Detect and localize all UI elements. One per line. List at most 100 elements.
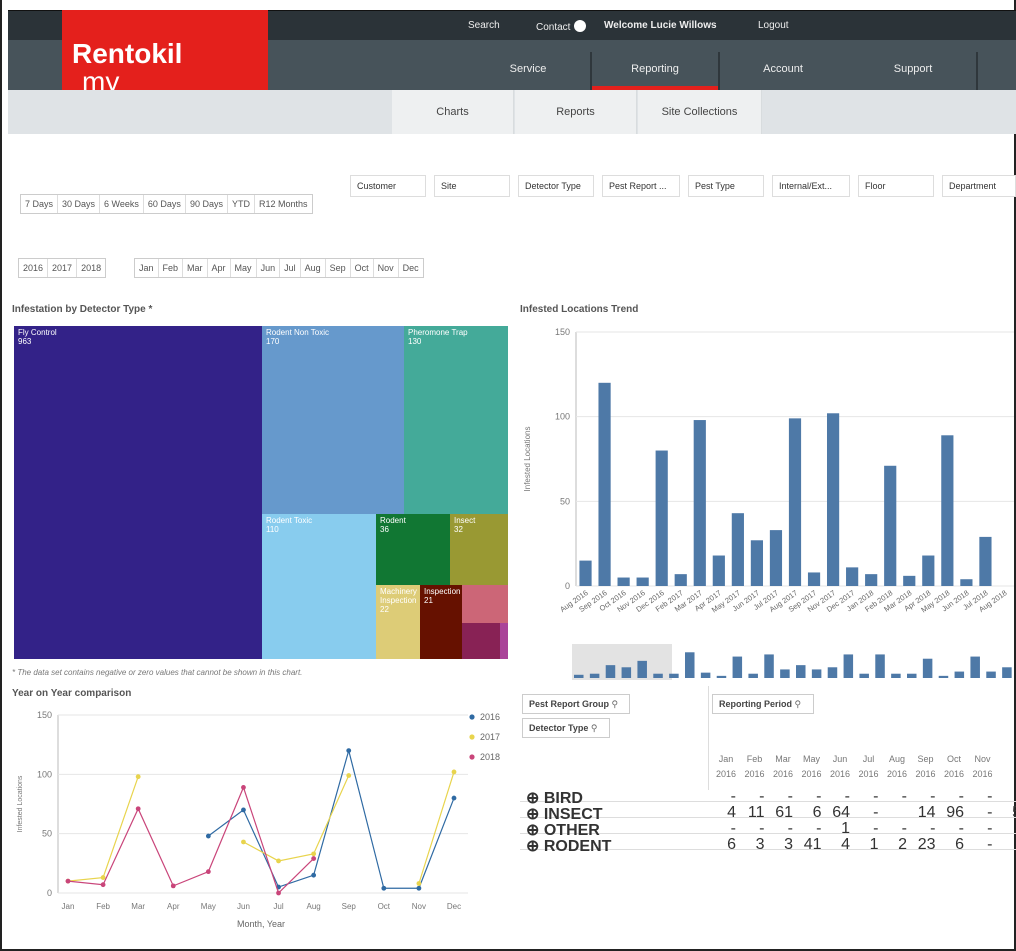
bar: [750, 540, 764, 586]
month-button[interactable]: Dec: [399, 259, 423, 277]
treemap-cell[interactable]: Inspection 21: [420, 585, 462, 659]
treemap-cell[interactable]: Pheromone Trap 130: [404, 326, 508, 514]
treemap-cell[interactable]: Insect 32: [450, 514, 508, 585]
pivot-row-label[interactable]: ⊕ RODENT: [526, 836, 611, 856]
period-button[interactable]: 7 Days: [21, 195, 59, 213]
subtab-reports[interactable]: Reports: [515, 90, 637, 134]
year-button[interactable]: 2018: [77, 259, 105, 277]
filter-customer[interactable]: Customer: [350, 175, 426, 197]
month-button[interactable]: Nov: [374, 259, 399, 277]
filter-floor[interactable]: Floor: [858, 175, 934, 197]
filter-detector-type[interactable]: Detector Type: [518, 175, 594, 197]
pivot-column-month: Nov: [974, 754, 991, 764]
legend-label: 2017: [480, 732, 500, 742]
filter-pest-type[interactable]: Pest Type: [688, 175, 764, 197]
treemap-cell-value: 22: [380, 604, 389, 614]
treemap-cell[interactable]: Rodent Non Toxic 170: [262, 326, 404, 514]
filter-pest-report[interactable]: Pest Report ...: [602, 175, 680, 197]
search-link[interactable]: Search: [468, 20, 500, 31]
month-button[interactable]: Sep: [326, 259, 351, 277]
nav-divider: [590, 52, 592, 90]
scrollbar-bar: [700, 672, 711, 678]
month-button[interactable]: Jan: [135, 259, 159, 277]
y-axis-label: Infested Locations: [17, 775, 24, 832]
period-button[interactable]: 90 Days: [186, 195, 228, 213]
pivot-dim-pest-group[interactable]: Pest Report Group ⚲: [522, 694, 630, 714]
pivot-cell: 3: [784, 836, 793, 853]
treemap-cell[interactable]: Rodent Toxic 110: [262, 514, 376, 659]
pivot-column-year: 2016: [801, 769, 822, 779]
treemap-cell[interactable]: [500, 623, 508, 659]
pivot-row[interactable]: ⊕ RODENT 6 3 3 41 4 1 2 23 6-: [520, 834, 1016, 855]
scrollbar-bar: [669, 673, 679, 678]
month-button[interactable]: May: [231, 259, 257, 277]
pivot-column-year: 2016: [858, 769, 879, 779]
treemap-cell[interactable]: Machinery Inspection 22: [376, 585, 420, 659]
rentokil-logo[interactable]: my Rentokil: [62, 10, 268, 97]
data-point: [241, 839, 246, 845]
scrollbar-bar: [811, 669, 822, 678]
pivot-dim-detector[interactable]: Detector Type ⚲: [522, 718, 610, 738]
period-button[interactable]: 30 Days: [58, 195, 101, 213]
subtab-charts[interactable]: Charts: [392, 90, 514, 134]
subtab-site-collections[interactable]: Site Collections: [638, 90, 762, 134]
bar-chart-scrollbar[interactable]: [572, 644, 1016, 680]
pivot-column-header: Oct 2016: [940, 752, 968, 782]
pivot-column-header: May 2016: [798, 752, 826, 782]
pivot-row[interactable]: ⊕ INSECT41161664-1496-5: [520, 802, 1016, 823]
treemap-cell-label: Fly Control: [18, 328, 57, 337]
nav-support[interactable]: Support: [848, 52, 978, 90]
scrollbar-bar: [780, 669, 790, 678]
pivot-row[interactable]: ⊕ OTHER - - - -1- - - - -: [520, 818, 1016, 839]
bar: [712, 555, 725, 586]
treemap-cell[interactable]: [462, 623, 500, 659]
month-button[interactable]: Aug: [301, 259, 326, 277]
year-button[interactable]: 2017: [48, 259, 78, 277]
x-tick-label: Dec: [447, 902, 461, 911]
bar: [693, 420, 706, 586]
scrollbar-bar: [796, 665, 806, 678]
month-button[interactable]: Oct: [351, 259, 374, 277]
pivot-dim-period[interactable]: Reporting Period ⚲: [712, 694, 814, 714]
period-button-group: 7 Days 30 Days 6 Weeks 60 Days 90 Days Y…: [20, 194, 313, 214]
month-button-group: Jan Feb Mar Apr May Jun Jul Aug Sep Oct …: [134, 258, 424, 278]
treemap-cell[interactable]: Rodent 36: [376, 514, 450, 585]
line-chart-title: Year on Year comparison: [12, 688, 132, 699]
scrollbar-bar: [843, 654, 854, 678]
legend-label: 2018: [480, 752, 500, 762]
user-icon: [574, 20, 587, 32]
pivot-column-header: Nov 2016: [969, 752, 997, 782]
data-point: [311, 872, 317, 878]
scrollbar-bar: [637, 660, 647, 678]
period-button[interactable]: 6 Weeks: [100, 195, 144, 213]
month-button[interactable]: Jun: [257, 259, 281, 277]
data-point: [135, 806, 141, 812]
year-button-group: 2016 2017 2018: [18, 258, 107, 278]
period-button[interactable]: YTD: [228, 195, 255, 213]
year-button[interactable]: 2016: [19, 259, 49, 277]
nav-account[interactable]: Account: [720, 52, 846, 90]
y-tick-label: 0: [47, 888, 52, 898]
pivot-row[interactable]: ⊕ BIRD - - - - - - - - - -: [520, 786, 1016, 807]
month-button[interactable]: Jul: [280, 259, 301, 277]
treemap-cell[interactable]: Fly Control 963: [14, 326, 262, 659]
filter-department[interactable]: Department: [942, 175, 1016, 197]
period-button[interactable]: R12 Months: [255, 195, 312, 213]
treemap-cell-value: 36: [380, 524, 389, 534]
contact-link[interactable]: Contact: [536, 20, 590, 33]
pivot-column-year: 2016: [972, 769, 993, 779]
treemap-cell[interactable]: [462, 585, 508, 623]
scrollbar-bar: [685, 652, 695, 678]
bar: [598, 382, 611, 586]
nav-reporting[interactable]: Reporting: [592, 52, 718, 90]
scrollbar-bar: [875, 654, 885, 678]
filter-site[interactable]: Site: [434, 175, 510, 197]
logout-link[interactable]: Logout: [758, 20, 789, 31]
nav-service[interactable]: Service: [478, 52, 578, 90]
y-tick-label: 100: [555, 412, 570, 422]
filter-internal-external[interactable]: Internal/Ext...: [772, 175, 850, 197]
month-button[interactable]: Feb: [159, 259, 184, 277]
month-button[interactable]: Mar: [183, 259, 208, 277]
month-button[interactable]: Apr: [208, 259, 231, 277]
period-button[interactable]: 60 Days: [144, 195, 186, 213]
